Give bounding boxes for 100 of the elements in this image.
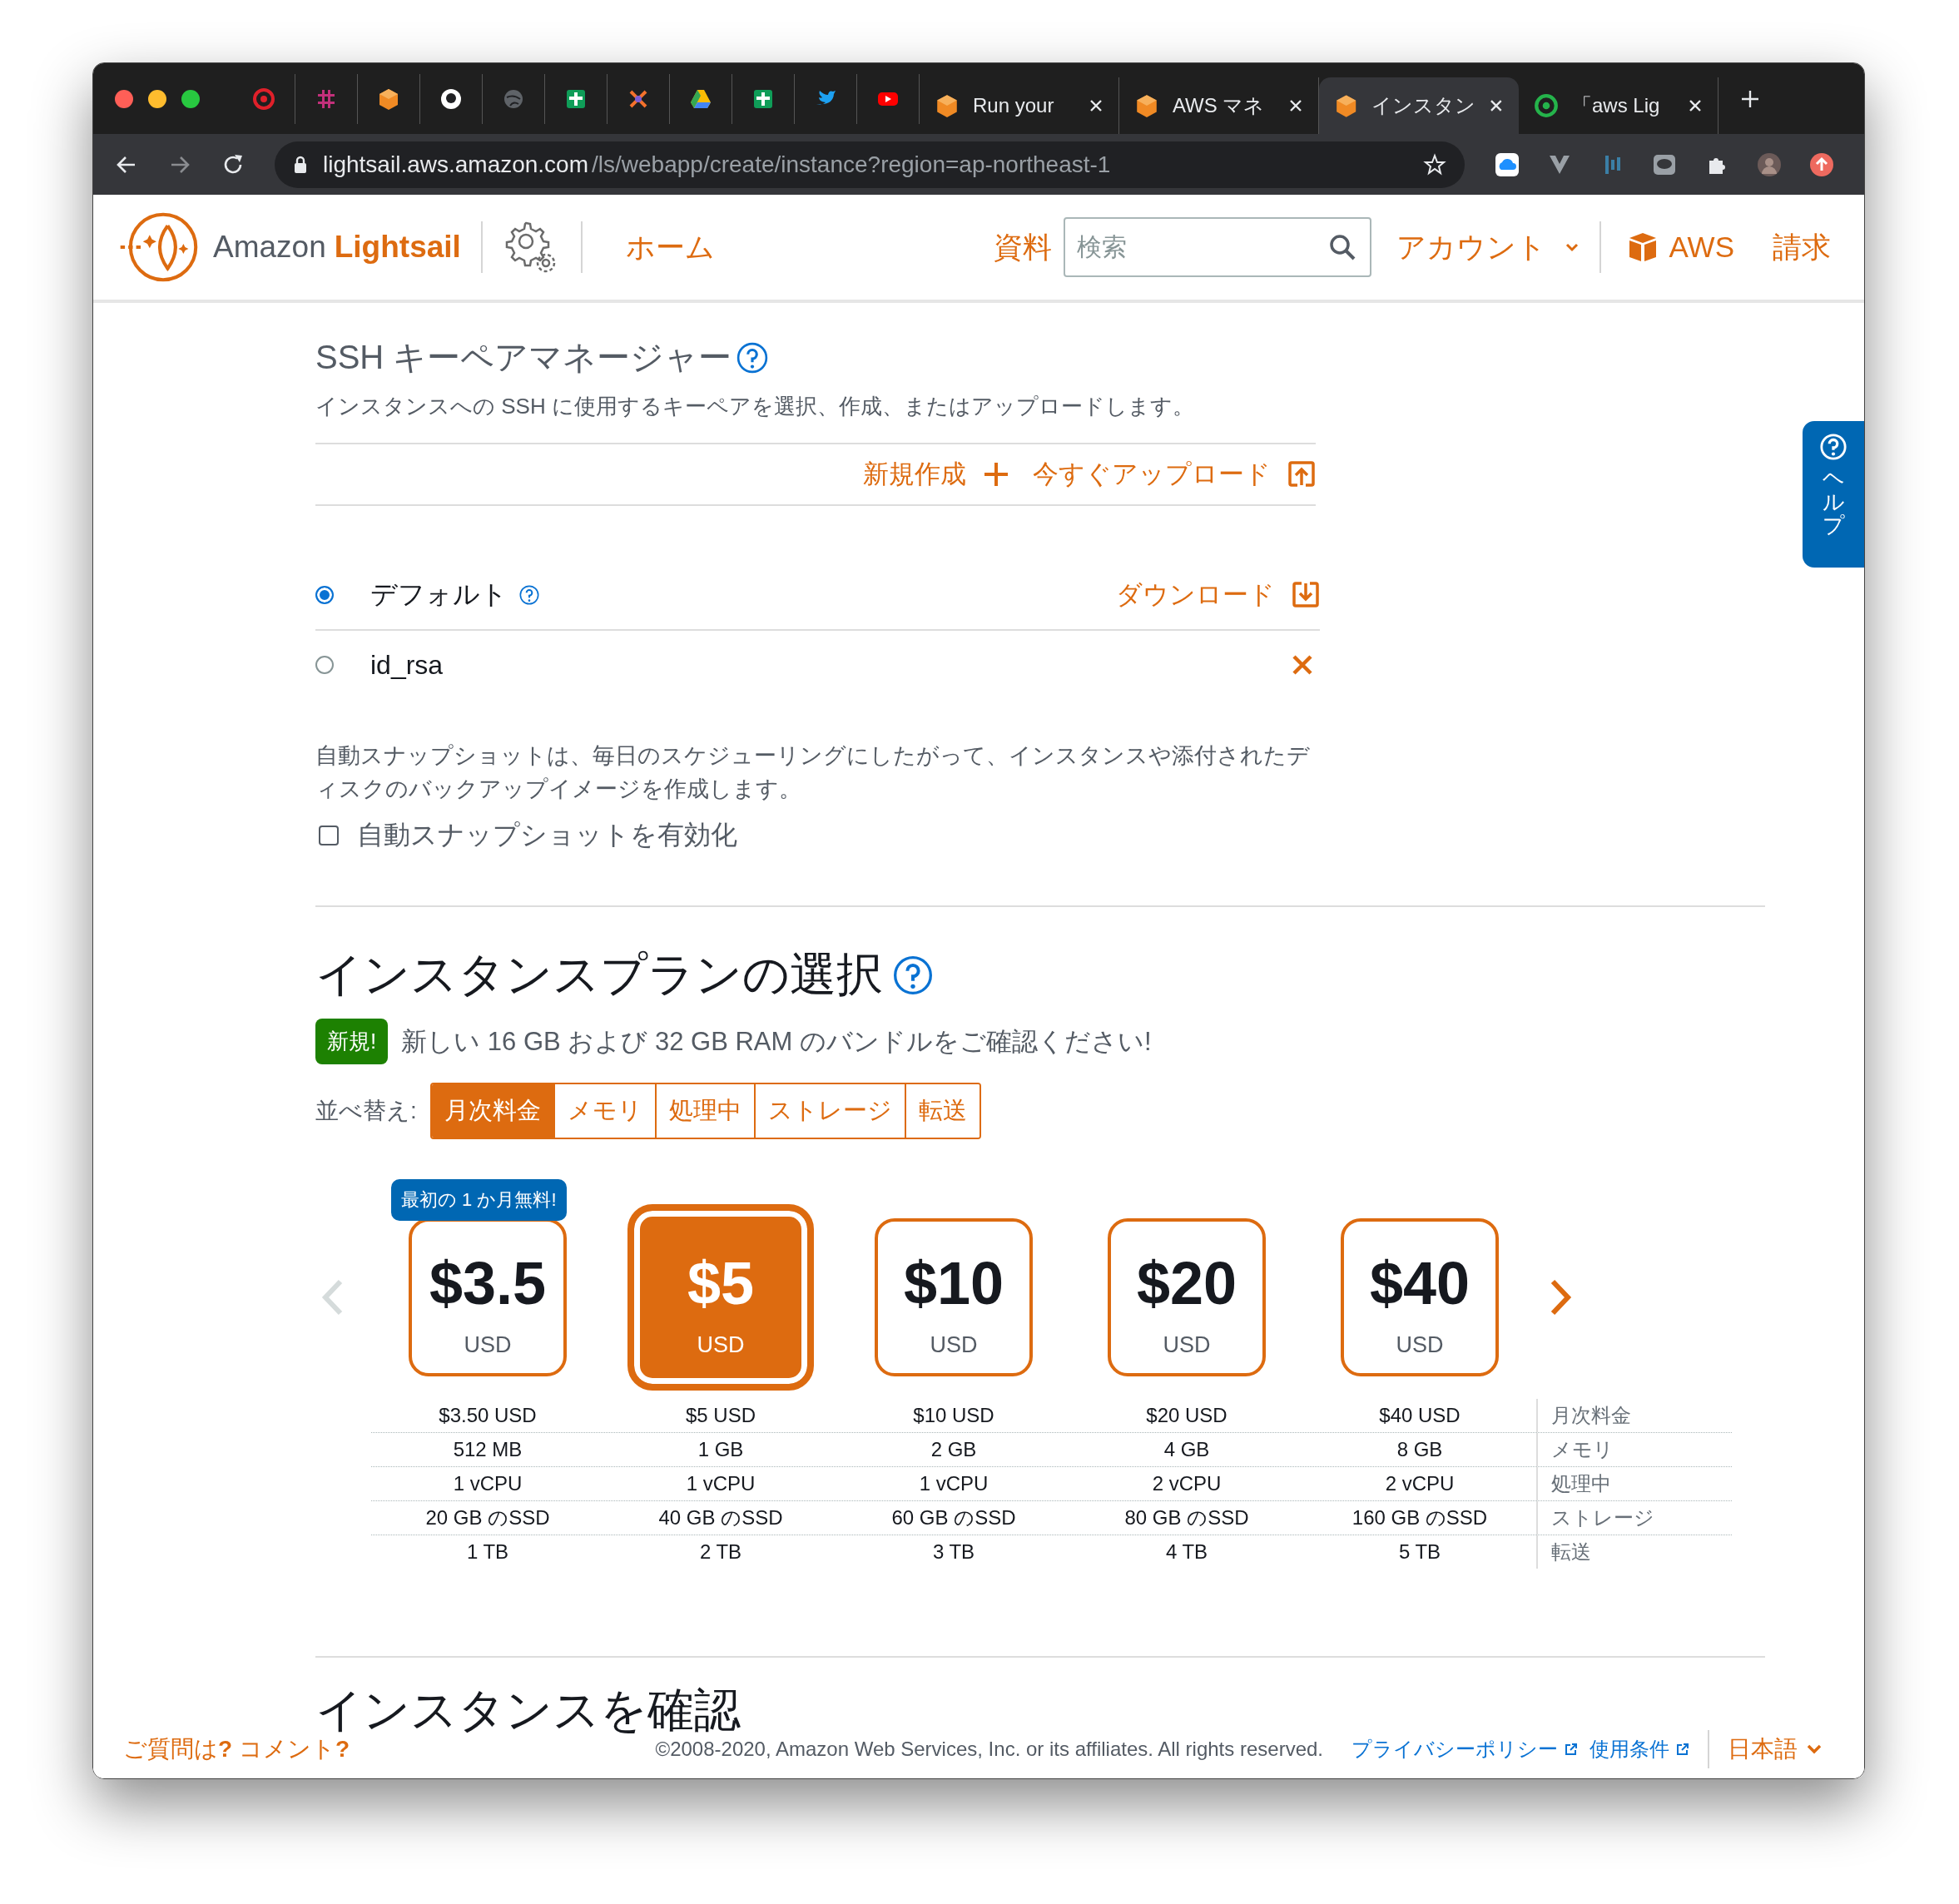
currency-label: USD [464,1331,512,1358]
window-control-icon[interactable] [148,89,166,108]
close-icon[interactable] [1489,98,1504,113]
home-link[interactable]: ホーム [625,227,715,267]
currency-label: USD [1396,1331,1444,1358]
docs-link[interactable]: 資料 [993,227,1052,267]
table-cell-text: 8 GB [1396,1438,1444,1461]
billing-link[interactable]: 請求 [1773,227,1831,267]
currency-label: USD [1163,1331,1211,1358]
help-icon[interactable] [893,955,933,995]
checkbox[interactable] [319,826,339,845]
tab-title: Run your [973,94,1055,117]
currency-label: USD [697,1331,745,1358]
close-icon[interactable] [1288,98,1303,113]
address-bar[interactable]: lightsail.aws.amazon.com/ls/webapp/create/instance?region=ap-northeast-1 [275,141,1465,188]
section-description: インスタンスへの SSH に使用するキーペアを選択、作成、またはアップロードします。 [315,393,1195,420]
table-cell-text: 2 vCPU [1151,1472,1223,1495]
currency-label: USD [930,1331,978,1358]
upload-icon [1287,460,1316,488]
language-menu[interactable]: 日本語 [1728,1733,1823,1765]
table-cell-text: 512 MB [452,1438,523,1461]
new-tab-icon[interactable] [1740,88,1760,109]
section-title: インスタンスプランの選択 [315,947,883,1002]
snapshot-description: 自動スナップショットは、毎日のスケジューリングにしたがって、インスタンスや添付されたディスクのバックアップイメージを作成します。 [315,742,1311,803]
table-cell-text: $5 USD [684,1404,756,1427]
plus-icon [983,461,1009,488]
aws-link[interactable]: AWS [1627,231,1734,264]
download-icon [1292,581,1320,609]
radio-button[interactable] [315,656,334,674]
plan-card[interactable]: $10 USD [875,1218,1033,1376]
table-cell-text: 20 GB のSSD [424,1505,551,1530]
row-label: メモリ [1536,1433,1732,1466]
sort-option[interactable]: 転送 [904,1084,980,1138]
search-field[interactable]: 検索 [1063,217,1371,277]
table-cell-text: 2 GB [930,1438,978,1461]
help-icon [1819,433,1847,461]
external-link-icon [1676,1743,1689,1756]
window-control-icon[interactable] [115,89,133,108]
close-icon[interactable] [1089,98,1103,113]
create-link[interactable]: 新規作成 [863,457,1009,492]
table-cell-text: 3 TB [931,1540,976,1564]
plan-card[interactable]: $3.5 USD [409,1218,567,1376]
table-cell-text: $3.50 USD [438,1404,538,1427]
announcement-text: 新しい 16 GB および 32 GB RAM のバンドルをご確認ください! [401,1025,1152,1058]
download-link[interactable]: ダウンロード [1116,578,1320,612]
star-icon[interactable] [1423,152,1446,176]
table-cell-text: $40 USD [1378,1404,1461,1427]
delete-icon[interactable] [1292,654,1313,676]
update-icon[interactable] [1809,151,1834,177]
table-cell-text: $20 USD [1145,1404,1228,1427]
new-badge: 新規! [315,1019,389,1064]
table-cell-text: 80 GB のSSD [1123,1505,1250,1530]
table-cell-text: 1 TB [465,1540,510,1564]
chevron-down-icon [1564,241,1580,253]
table-cell-text: $10 USD [912,1404,995,1427]
key-name: デフォルト [370,578,508,611]
cloud-icon[interactable] [1495,151,1520,177]
table-cell-text: 4 GB [1163,1438,1211,1461]
row-label: 処理中 [1536,1467,1732,1500]
url-host: lightsail.aws.amazon.com [323,151,589,178]
search-icon[interactable] [1327,233,1356,261]
radio-button[interactable] [315,586,334,604]
product-name: Lightsail [334,230,461,264]
chevron-down-icon [1806,1743,1823,1755]
table-cell-text: 1 GB [697,1438,745,1461]
help-icon[interactable] [736,341,769,374]
plan-price: $5 [687,1248,755,1317]
table-cell-text: 40 GB のSSD [657,1505,784,1530]
ring-icon [1534,93,1559,118]
brand-name: Amazon [213,230,326,264]
footer-link[interactable]: 使用条件 [1590,1736,1689,1763]
url-path: /ls/webapp/create/instance?region=ap-northeast-1 [592,151,1112,178]
ring-icon [252,87,275,111]
window-control-icon[interactable] [181,89,200,108]
account-menu[interactable]: アカウント [1396,227,1580,267]
plan-card[interactable]: $40 USD [1341,1218,1499,1376]
cube-icon [1627,231,1658,263]
plan-card[interactable]: $20 USD [1108,1218,1266,1376]
row-label: 月次料金 [1536,1399,1732,1432]
table-cell-text: 1 vCPU [452,1472,523,1495]
sort-option[interactable]: 月次料金 [431,1084,553,1138]
plan-price: $3.5 [429,1248,547,1317]
upload-link[interactable]: 今すぐアップロード [1033,457,1316,492]
close-icon[interactable] [1688,98,1703,113]
key-name: id_rsa [370,649,444,681]
cube-icon [935,93,960,118]
checkbox-label: 自動スナップショットを有効化 [357,819,737,851]
section-title: SSH キーペアマネージャー [315,338,732,377]
avatar-icon[interactable] [1757,151,1782,177]
help-icon[interactable] [519,585,539,605]
plan-price: $10 [903,1248,1004,1317]
footer-link[interactable]: プライバシーポリシー [1351,1736,1578,1763]
browser-tab[interactable]: インスタン [1319,77,1519,134]
table-cell-text: 1 vCPU [685,1472,756,1495]
row-label: 転送 [1536,1535,1732,1569]
help-tab[interactable]: ヘルプ [1803,421,1864,568]
table-cell-text: 2 vCPU [1384,1472,1456,1495]
plan-card[interactable]: $5 USD [627,1204,814,1391]
external-link-icon [1565,1743,1578,1756]
tab-title: 「aws Lig [1572,93,1661,118]
